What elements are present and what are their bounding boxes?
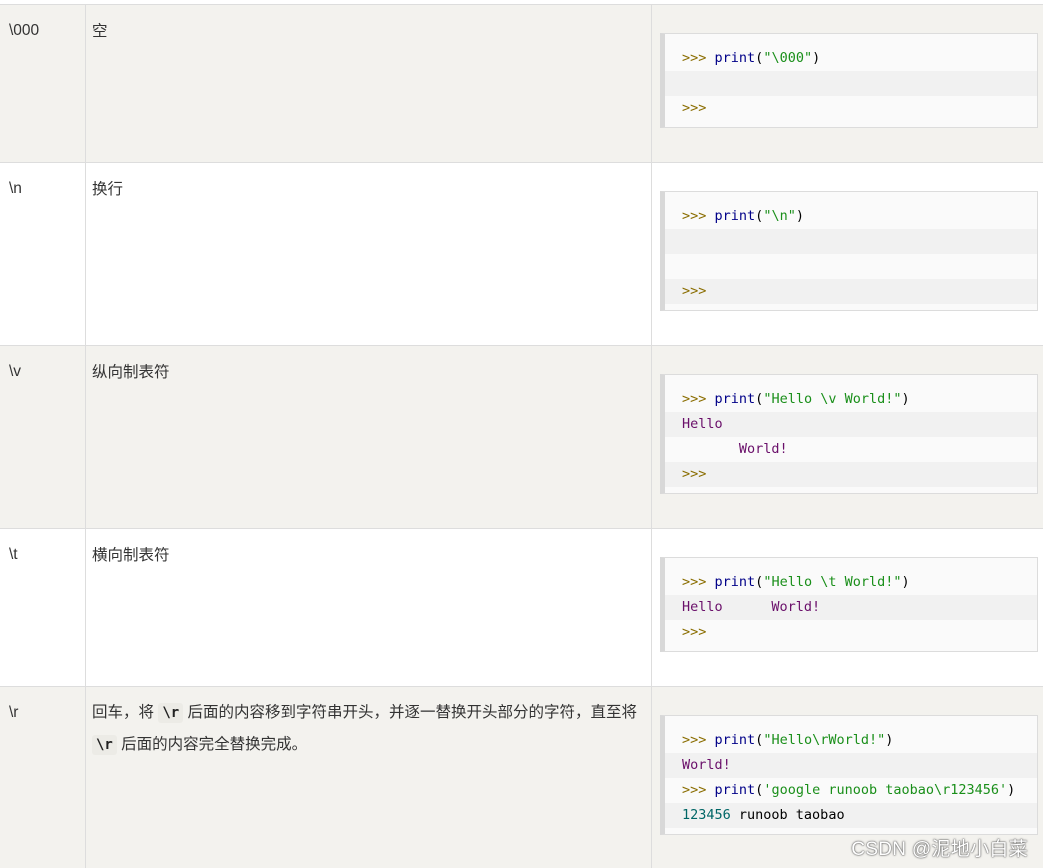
code-block[interactable]: >>> print("Hello \t World!") Hello World…	[660, 557, 1038, 652]
code-line: >>> print("Hello \t World!")	[665, 570, 1037, 595]
table-row: \000 空 >>> print("\000") >>>	[0, 4, 1043, 162]
description-text: 换行	[92, 181, 124, 198]
code-line: Hello	[665, 412, 1037, 437]
description-cell: 空	[86, 5, 652, 162]
description-cell: 纵向制表符	[86, 346, 652, 528]
code-line: >>> print("Hello \v World!")	[665, 387, 1037, 412]
table-row: \t 横向制表符 >>> print("Hello \t World!") He…	[0, 528, 1043, 686]
example-cell: >>> print("Hello \v World!") Hello World…	[652, 346, 1043, 528]
escape-sequence-cell: \r	[0, 687, 86, 868]
code-block[interactable]: >>> print("\000") >>>	[660, 33, 1038, 128]
watermark: CSDN @泥地小白菜	[851, 839, 1028, 860]
code-line: >>> print('google runoob taobao\r123456'…	[665, 778, 1037, 803]
table-row: \v 纵向制表符 >>> print("Hello \v World!") He…	[0, 345, 1043, 528]
code-line: World!	[665, 753, 1037, 778]
code-line: Hello World!	[665, 595, 1037, 620]
inline-code: \r	[92, 735, 117, 755]
code-block[interactable]: >>> print("\n") >>>	[660, 191, 1038, 311]
code-block[interactable]: >>> print("Hello \v World!") Hello World…	[660, 374, 1038, 494]
escape-sequence-cell: \n	[0, 163, 86, 345]
escape-sequence-cell: \000	[0, 5, 86, 162]
table-row: \n 换行 >>> print("\n") >>>	[0, 162, 1043, 345]
escape-sequence: \000	[9, 22, 40, 39]
inline-code: \r	[158, 703, 184, 723]
escape-sequence: \r	[9, 704, 19, 721]
escape-sequence-cell: \t	[0, 529, 86, 686]
code-line: >>>	[665, 96, 1037, 121]
code-line: >>>	[665, 462, 1037, 487]
description-text: 纵向制表符	[92, 364, 170, 381]
code-line: >>> print("\000")	[665, 46, 1037, 71]
description-text: 空	[92, 23, 108, 40]
example-cell: >>> print("\000") >>>	[652, 5, 1043, 162]
code-line: >>> print("Hello\rWorld!")	[665, 728, 1037, 753]
description-text: 横向制表符	[92, 547, 170, 564]
description-cell: 回车，将 \r 后面的内容移到字符串开头，并逐一替换开头部分的字符，直至将 \r…	[86, 687, 652, 868]
description-cell: 换行	[86, 163, 652, 345]
code-block[interactable]: >>> print("Hello\rWorld!") World! >>> pr…	[660, 715, 1038, 835]
code-line	[665, 71, 1037, 96]
escape-sequence: \t	[9, 546, 18, 563]
description-cell: 横向制表符	[86, 529, 652, 686]
code-line: 123456 runoob taobao	[665, 803, 1037, 828]
code-line	[665, 254, 1037, 279]
example-cell: >>> print("\n") >>>	[652, 163, 1043, 345]
code-line: >>>	[665, 620, 1037, 645]
code-line	[665, 229, 1037, 254]
escape-sequence: \v	[9, 363, 22, 380]
example-cell: >>> print("Hello \t World!") Hello World…	[652, 529, 1043, 686]
escape-sequence-cell: \v	[0, 346, 86, 528]
code-line: World!	[665, 437, 1037, 462]
code-line: >>> print("\n")	[665, 204, 1037, 229]
description-text: 回车，将 \r 后面的内容移到字符串开头，并逐一替换开头部分的字符，直至将 \r…	[92, 703, 637, 755]
code-line: >>>	[665, 279, 1037, 304]
escape-sequence: \n	[9, 180, 22, 197]
